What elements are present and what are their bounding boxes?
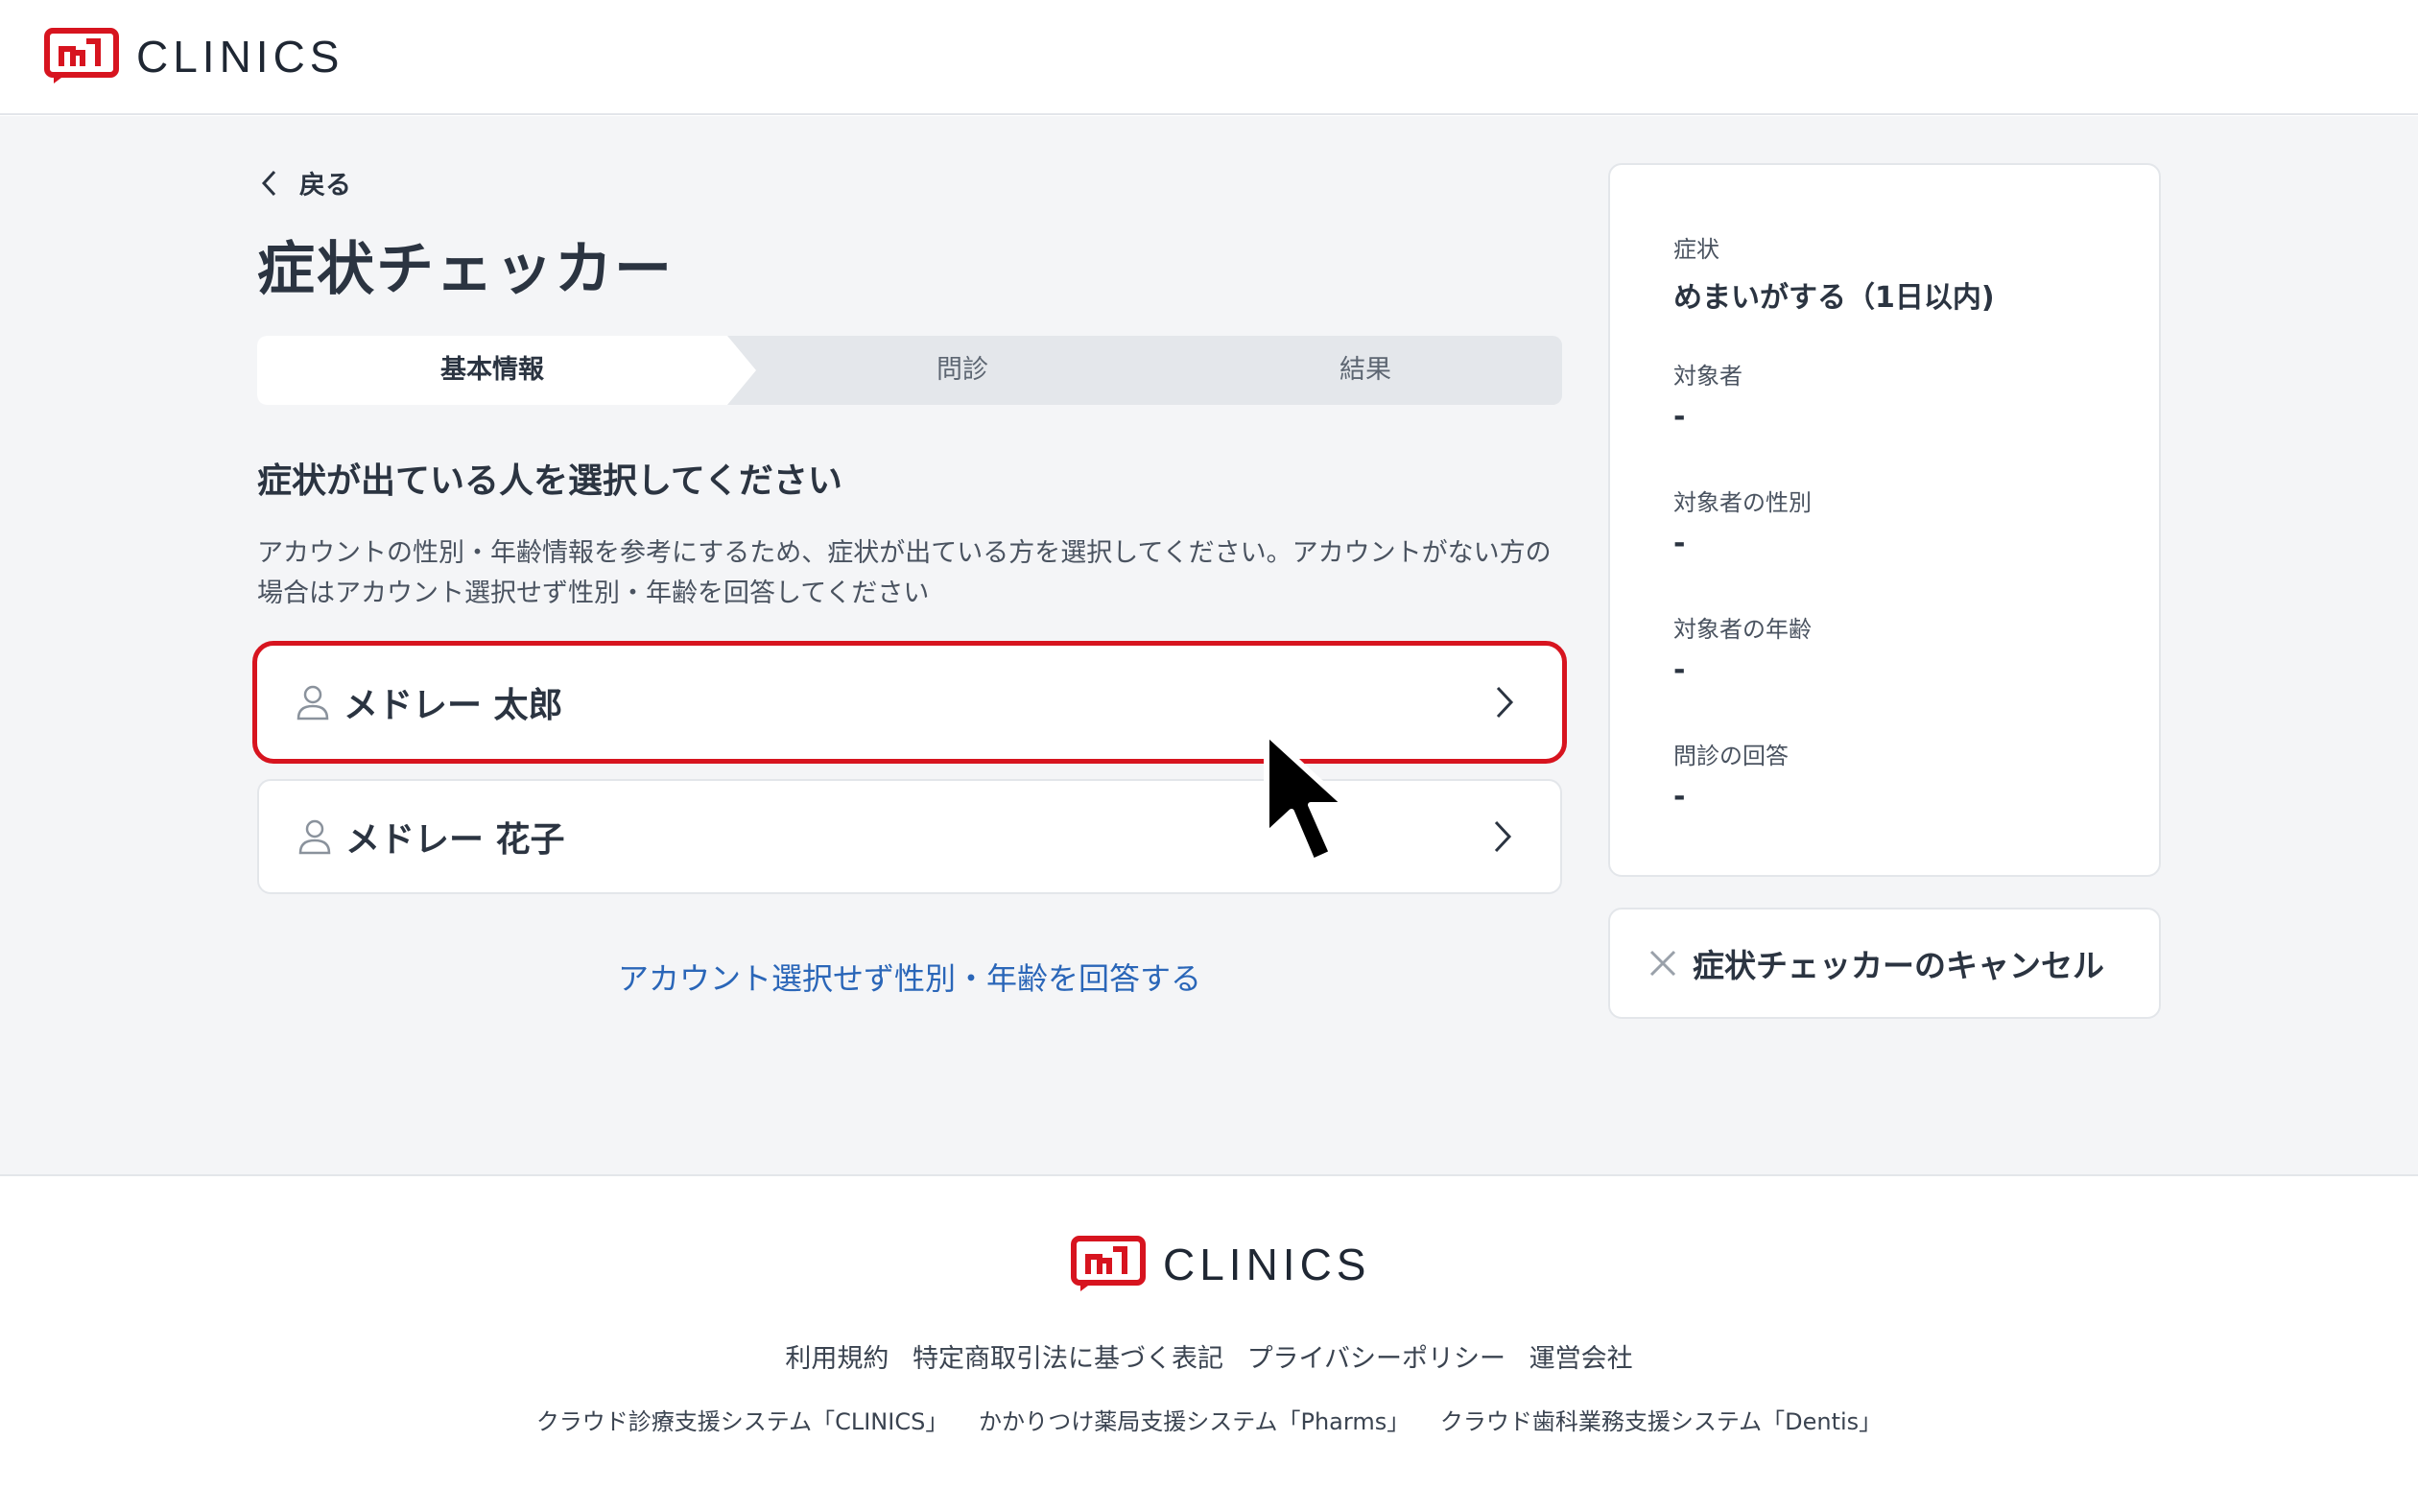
summary-symptom: 症状 めまいがする（1日以内) <box>1673 230 1995 316</box>
summary-value: めまいがする（1日以内) <box>1673 281 1995 315</box>
close-icon <box>1649 950 1676 977</box>
summary-label: 対象者の性別 <box>1673 489 1812 516</box>
chevron-right-icon <box>1494 820 1512 853</box>
site-footer: CLINICS 利用規約 特定商取引法に基づく表記 プライバシーポリシー 運営会… <box>0 1174 2418 1512</box>
summary-target: 対象者 - <box>1673 357 1742 434</box>
cancel-label: 症状チェッカーのキャンセル <box>1693 947 2104 984</box>
site-header: CLINICS <box>0 0 2418 115</box>
footer-link-privacy[interactable]: プライバシーポリシー <box>1247 1344 1505 1374</box>
summary-value: - <box>1673 780 1686 814</box>
person-option-taro[interactable]: メドレー 太郎 <box>252 641 1567 764</box>
back-label: 戻る <box>299 171 351 201</box>
summary-answers: 問診の回答 - <box>1673 737 1789 814</box>
cancel-checker-button[interactable]: 症状チェッカーのキャンセル <box>1608 908 2161 1019</box>
summary-panel: 症状 めまいがする（1日以内) 対象者 - 対象者の性別 - 対象者の年齢 - … <box>1608 163 2161 877</box>
summary-gender: 対象者の性別 - <box>1673 484 1812 560</box>
step-result: 結果 <box>1339 355 1391 385</box>
user-icon <box>298 819 331 855</box>
person-name: メドレー 花子 <box>345 820 565 860</box>
chevron-right-icon <box>1496 686 1514 719</box>
clinics-logo-icon <box>44 28 119 83</box>
chevron-left-icon <box>261 170 276 196</box>
answer-without-account-link[interactable]: アカウント選択せず性別・年齢を回答する <box>257 955 1562 999</box>
person-name: メドレー 太郎 <box>344 686 563 725</box>
footer-service-pharms[interactable]: かかりつけ薬局支援システム「Pharms」 <box>979 1408 1410 1435</box>
section-description: アカウントの性別・年齢情報を参考にするため、症状が出ている方を選択してください。… <box>257 538 1552 608</box>
footer-services: クラウド診療支援システム「CLINICS」 かかりつけ薬局支援システム「Phar… <box>0 1403 2418 1436</box>
user-icon <box>296 685 329 721</box>
step-basic-info: 基本情報 <box>440 355 544 385</box>
summary-value: - <box>1673 400 1686 434</box>
mouse-cursor-icon <box>1264 730 1348 864</box>
step-interview: 問診 <box>936 355 988 385</box>
footer-service-clinics[interactable]: クラウド診療支援システム「CLINICS」 <box>536 1408 949 1435</box>
page-title: 症状チェッカー <box>257 236 674 303</box>
summary-label: 対象者 <box>1673 363 1742 390</box>
clinics-logo[interactable]: CLINICS <box>44 28 344 85</box>
summary-value: - <box>1673 653 1686 687</box>
footer-links: 利用規約 特定商取引法に基づく表記 プライバシーポリシー 運営会社 <box>0 1337 2418 1375</box>
footer-link-commerce[interactable]: 特定商取引法に基づく表記 <box>913 1344 1223 1374</box>
footer-service-dentis[interactable]: クラウド歯科業務支援システム「Dentis」 <box>1440 1408 1882 1435</box>
back-link[interactable]: 戻る <box>259 164 351 201</box>
logo-text: CLINICS <box>136 32 344 82</box>
summary-label: 症状 <box>1673 236 1719 263</box>
summary-label: 問診の回答 <box>1673 743 1789 769</box>
progress-stepper: 基本情報 問診 結果 <box>257 336 1562 405</box>
summary-age: 対象者の年齢 - <box>1673 610 1812 687</box>
section-title: 症状が出ている人を選択してください <box>257 461 842 501</box>
footer-logo-text: CLINICS <box>1163 1240 1371 1289</box>
footer-link-company[interactable]: 運営会社 <box>1529 1344 1633 1374</box>
summary-value: - <box>1673 527 1686 560</box>
clinics-logo-icon <box>1071 1236 1146 1291</box>
footer-clinics-logo[interactable]: CLINICS <box>1071 1236 1370 1293</box>
footer-link-terms[interactable]: 利用規約 <box>785 1344 889 1374</box>
summary-label: 対象者の年齢 <box>1673 616 1812 643</box>
person-option-hanako[interactable]: メドレー 花子 <box>257 779 1562 894</box>
